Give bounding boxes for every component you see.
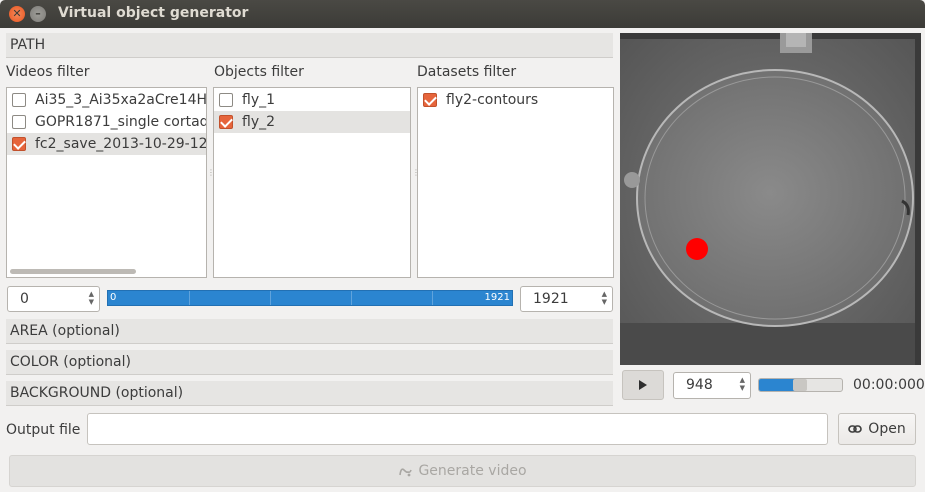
splitter-handle-2[interactable]: ⋮ <box>412 168 420 177</box>
datasets-filter-label: Datasets filter <box>417 64 517 80</box>
frame-spin-arrows[interactable]: ▲ ▼ <box>740 376 745 392</box>
list-item-object-0[interactable]: fly_1 <box>214 89 410 111</box>
range-tick <box>432 291 433 305</box>
open-button[interactable]: Open <box>838 413 916 445</box>
range-end-value: 1921 <box>533 291 569 307</box>
play-button[interactable] <box>622 370 664 400</box>
output-file-input[interactable] <box>87 413 828 445</box>
video-2-label: fc2_save_2013-10-29-124 <box>35 136 207 152</box>
splitter-handle-1[interactable]: ⋮ <box>207 168 215 177</box>
video-1-label: GOPR1871_single cortado <box>35 114 207 130</box>
link-icon <box>848 424 863 434</box>
play-icon <box>638 379 648 391</box>
area-section-label: AREA (optional) <box>10 323 120 339</box>
video-0-label: Ai35_3_Ai35xa2aCre14Hz <box>35 92 207 108</box>
close-window-button[interactable]: ✕ <box>9 6 25 22</box>
open-button-label: Open <box>868 421 906 437</box>
color-section-label: COLOR (optional) <box>10 354 131 370</box>
object-0-checkbox[interactable] <box>219 93 233 107</box>
output-file-label: Output file <box>6 422 81 438</box>
videos-filter-list[interactable]: Ai35_3_Ai35xa2aCre14Hz GOPR1871_single c… <box>6 87 207 278</box>
window-titlebar: ✕ – Virtual object generator <box>0 0 925 28</box>
objects-filter-label: Objects filter <box>214 64 304 80</box>
video-1-checkbox[interactable] <box>12 115 26 129</box>
list-item-dataset-0[interactable]: fly2-contours <box>418 89 613 111</box>
area-section-header[interactable]: AREA (optional) <box>6 319 613 344</box>
frame-value: 948 <box>686 377 713 393</box>
background-section-header[interactable]: BACKGROUND (optional) <box>6 381 613 406</box>
range-max-label: 1921 <box>484 292 510 303</box>
playback-slider[interactable] <box>758 378 843 392</box>
range-start-value: 0 <box>20 291 29 307</box>
list-item-object-1[interactable]: fly_2 <box>214 111 410 133</box>
frame-spinbox[interactable]: 948 ▲ ▼ <box>673 372 751 399</box>
range-start-spinbox[interactable]: 0 ▲ ▼ <box>7 286 100 312</box>
object-1-label: fly_2 <box>242 114 276 130</box>
list-item-video-2[interactable]: fc2_save_2013-10-29-124 <box>7 133 206 155</box>
videos-list-horizontal-scrollbar[interactable] <box>10 269 136 274</box>
range-tick <box>189 291 190 305</box>
window-title: Virtual object generator <box>58 5 249 21</box>
videos-filter-label: Videos filter <box>6 64 90 80</box>
list-item-video-1[interactable]: GOPR1871_single cortado <box>7 111 206 133</box>
video-2-checkbox[interactable] <box>12 137 26 151</box>
object-0-label: fly_1 <box>242 92 276 108</box>
video-frame-image <box>620 33 921 365</box>
squiggle-icon <box>398 465 413 477</box>
generate-video-button[interactable]: Generate video <box>9 455 916 487</box>
video-0-checkbox[interactable] <box>12 93 26 107</box>
generate-video-label: Generate video <box>418 463 527 479</box>
path-section-label: PATH <box>10 37 46 53</box>
range-min-label: 0 <box>110 292 117 303</box>
dataset-0-label: fly2-contours <box>446 92 539 108</box>
objects-filter-list[interactable]: fly_1 fly_2 <box>213 87 411 278</box>
minimize-window-button[interactable]: – <box>30 6 46 22</box>
range-tick <box>270 291 271 305</box>
object-1-checkbox[interactable] <box>219 115 233 129</box>
color-section-header[interactable]: COLOR (optional) <box>6 350 613 375</box>
background-section-label: BACKGROUND (optional) <box>10 385 184 401</box>
range-start-spin-arrows[interactable]: ▲ ▼ <box>89 290 94 306</box>
frame-range-slider[interactable]: 0 1921 <box>107 290 513 306</box>
playback-time: 00:00:000 <box>853 377 925 393</box>
list-item-video-0[interactable]: Ai35_3_Ai35xa2aCre14Hz <box>7 89 206 111</box>
tracked-object-marker <box>686 238 708 260</box>
range-end-spinbox[interactable]: 1921 ▲ ▼ <box>520 286 613 312</box>
dataset-0-checkbox[interactable] <box>423 93 437 107</box>
video-preview[interactable] <box>620 33 921 365</box>
path-section-header[interactable]: PATH <box>6 33 613 58</box>
range-tick <box>351 291 352 305</box>
datasets-filter-list[interactable]: fly2-contours <box>417 87 614 278</box>
playback-slider-handle[interactable] <box>792 379 807 391</box>
range-end-spin-arrows[interactable]: ▲ ▼ <box>602 290 607 306</box>
